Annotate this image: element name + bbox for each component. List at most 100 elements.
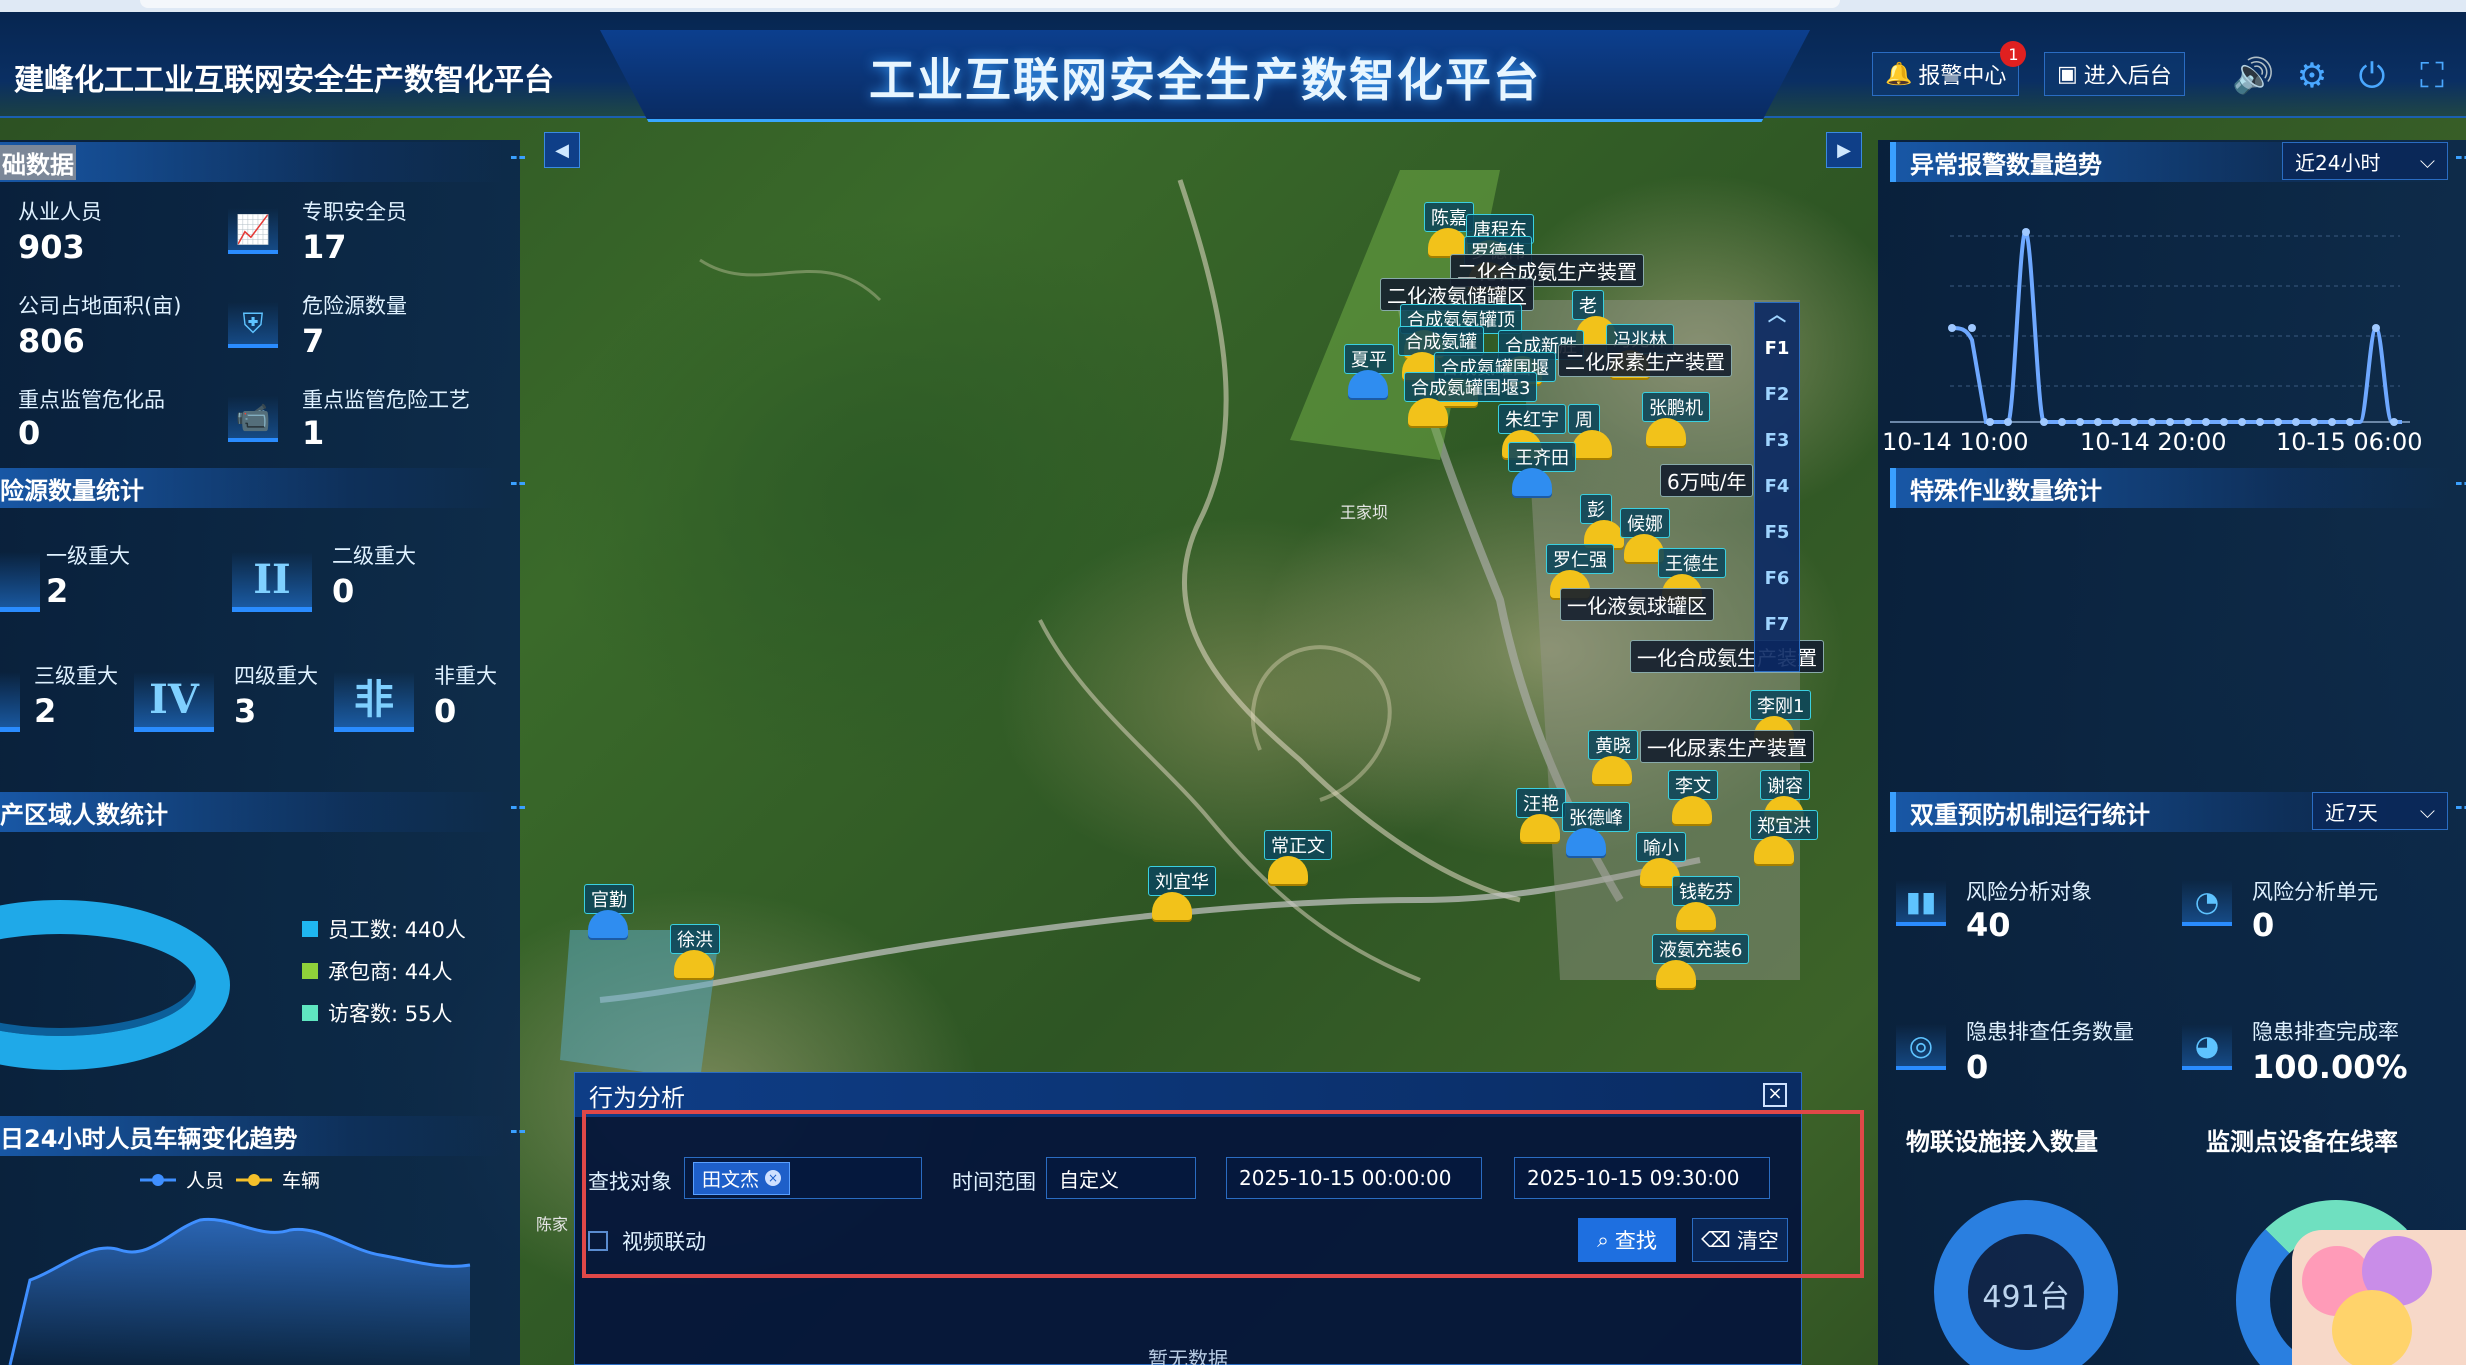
alarm-trend-chart [1890,228,2410,426]
floor-up-chevron-icon[interactable]: ︿ [1755,303,1799,326]
search-task-icon: ◎ [1896,1024,1946,1070]
stat-value: 0 [1966,1048,1989,1086]
map-marker-label[interactable]: 王德生 [1658,548,1726,578]
eraser-icon: ⌫ [1701,1228,1731,1252]
stat-value: 100.00% [2252,1048,2408,1086]
stat-label: 隐患排查任务数量 [1966,1020,2134,1044]
map-marker-label[interactable]: 张德峰 [1562,802,1630,832]
search-button[interactable]: ⌕ 查找 [1578,1218,1676,1262]
start-time-input[interactable]: 2025-10-15 00:00:00 [1226,1157,1482,1199]
alarm-center-button[interactable]: 🔔 报警中心 1 [1872,41,2027,96]
admin-button[interactable]: ▣ 进入后台 [2044,52,2185,96]
admin-label: 进入后台 [2083,64,2172,89]
bar-chart-icon: ▮▮ [1896,880,1946,926]
stat-value: 903 [18,228,85,266]
map-marker-label[interactable]: 郑宜洪 [1750,810,1818,840]
collapse-right-panel-icon[interactable]: ▶ [1826,132,1862,168]
floor-f4[interactable]: F4 [1755,463,1799,509]
map-marker-label[interactable]: 6万吨/年 [1660,464,1754,497]
map-marker-label[interactable]: 王齐田 [1508,442,1576,472]
map-marker-label[interactable]: 一化液氨球罐区 [1560,588,1714,621]
clear-button[interactable]: ⌫ 清空 [1692,1218,1788,1262]
map-marker-label[interactable]: 二化尿素生产装置 [1558,344,1732,377]
stat-value: 2 [34,692,57,730]
stat-label: 公司占地面积(亩) [18,294,182,318]
stat-value: 0 [2252,906,2275,944]
hazard-stats-title: 险源数量统计 [0,468,525,508]
basic-data-title: 础数据 [0,142,525,182]
assistant-avatar[interactable] [2292,1230,2466,1365]
company-title: 建峰化工工业互联网安全生产数智化平台 [14,63,554,98]
gear-icon[interactable]: ⚙ [2292,56,2332,96]
target-tag[interactable]: 田文杰 × [693,1161,791,1195]
close-icon[interactable]: × [1763,1083,1787,1107]
map-marker-label[interactable]: 刘宜华 [1148,866,1216,896]
floor-f5[interactable]: F5 [1755,509,1799,555]
map-marker-label[interactable]: 张鹏机 [1642,392,1710,422]
empty-state-text: 暂无数据 [1148,1347,1228,1365]
title-banner: 工业互联网安全生产数智化平台 [600,30,1810,122]
stat-value: 0 [332,572,355,610]
search-icon: ⌕ [1597,1227,1609,1252]
floor-f3[interactable]: F3 [1755,417,1799,463]
power-icon[interactable]: ⏻ [2352,56,2392,96]
chevron-down-icon: ⌵ [2419,149,2435,173]
floor-f2[interactable]: F2 [1755,371,1799,417]
stat-value: 0 [434,692,457,730]
map-marker-label[interactable]: 钱乾芬 [1672,876,1740,906]
hazard-source-icon: ⛨ [228,302,278,348]
floor-selector[interactable]: ︿ F1 F2 F3 F4 F5 F6 F7 [1754,302,1800,672]
floor-f7[interactable]: F7 [1755,601,1799,647]
map-marker-label[interactable]: 朱红宇 [1498,404,1566,434]
chevron-down-icon: ⌵ [2419,799,2435,823]
stat-label: 重点监管危险工艺 [302,388,470,412]
tag-close-icon[interactable]: × [765,1170,782,1186]
speaker-icon[interactable]: 🔊 [2232,56,2274,96]
stat-label: 四级重大 [234,664,318,688]
alarm-range-select[interactable]: 近24小时 ⌵ [2282,142,2448,180]
stat-label: 二级重大 [332,544,416,568]
trend24-chart [8,1217,471,1365]
camera-icon: 📹 [228,396,278,442]
map-marker-label[interactable]: 常正文 [1264,830,1332,860]
stat-label: 一级重大 [46,544,130,568]
floor-f1[interactable]: F1 [1755,325,1799,371]
stat-value: 7 [302,322,325,360]
x-tick-label: 10-14 10:00 [1882,428,2029,456]
stat-label: 隐患排查完成率 [2252,1020,2399,1044]
floor-f6[interactable]: F6 [1755,555,1799,601]
stat-label: 从业人员 [18,200,102,224]
fullscreen-icon[interactable]: ⛶ [2412,56,2452,96]
legend-visitors: 访客数: 55人 [302,998,452,1028]
alarm-center-label: 报警中心 [1918,64,2007,89]
target-input[interactable]: 田文杰 × [684,1157,922,1199]
stat-value: 3 [234,692,257,730]
end-time-input[interactable]: 2025-10-15 09:30:00 [1514,1157,1770,1199]
collapse-left-panel-icon[interactable]: ◀ [544,132,580,168]
level-2-icon: II [232,552,312,612]
x-tick-label: 10-15 06:00 [2276,428,2423,456]
stat-label: 非重大 [434,664,497,688]
stat-label: 风险分析单元 [2252,880,2378,904]
monitor-online-title: 监测点设备在线率 [2206,1128,2398,1156]
map-marker-label[interactable]: 李刚1 [1750,690,1812,720]
stat-value: 40 [1966,906,2011,944]
iot-title: 物联设施接入数量 [1906,1128,2098,1156]
level-4-icon: IV [134,672,214,732]
map-marker-label[interactable]: 一化尿素生产装置 [1640,730,1814,763]
time-mode-select[interactable]: 自定义 [1046,1157,1196,1199]
map-marker-label[interactable]: 罗仁强 [1546,544,1614,574]
monitor-chart-icon: 📈 [228,208,278,254]
stat-value: 2 [46,572,69,610]
dual-range-select[interactable]: 近7天 ⌵ [2312,792,2448,830]
trend24-title: 日24小时人员车辆变化趋势 [0,1116,525,1156]
iot-count: 491台 [1982,1280,2070,1315]
non-major-icon: 非 [334,672,414,732]
monitor-icon: ▣ [2057,61,2078,87]
map-marker-label[interactable]: 液氨充装6 [1652,934,1750,964]
platform-title: 工业互联网安全生产数智化平台 [869,53,1541,107]
video-link-checkbox[interactable] [588,1231,608,1251]
place-label: 王家坝 [1340,503,1389,522]
browser-strip [0,0,2466,12]
area-people-title: 产区域人数统计 [0,792,525,832]
